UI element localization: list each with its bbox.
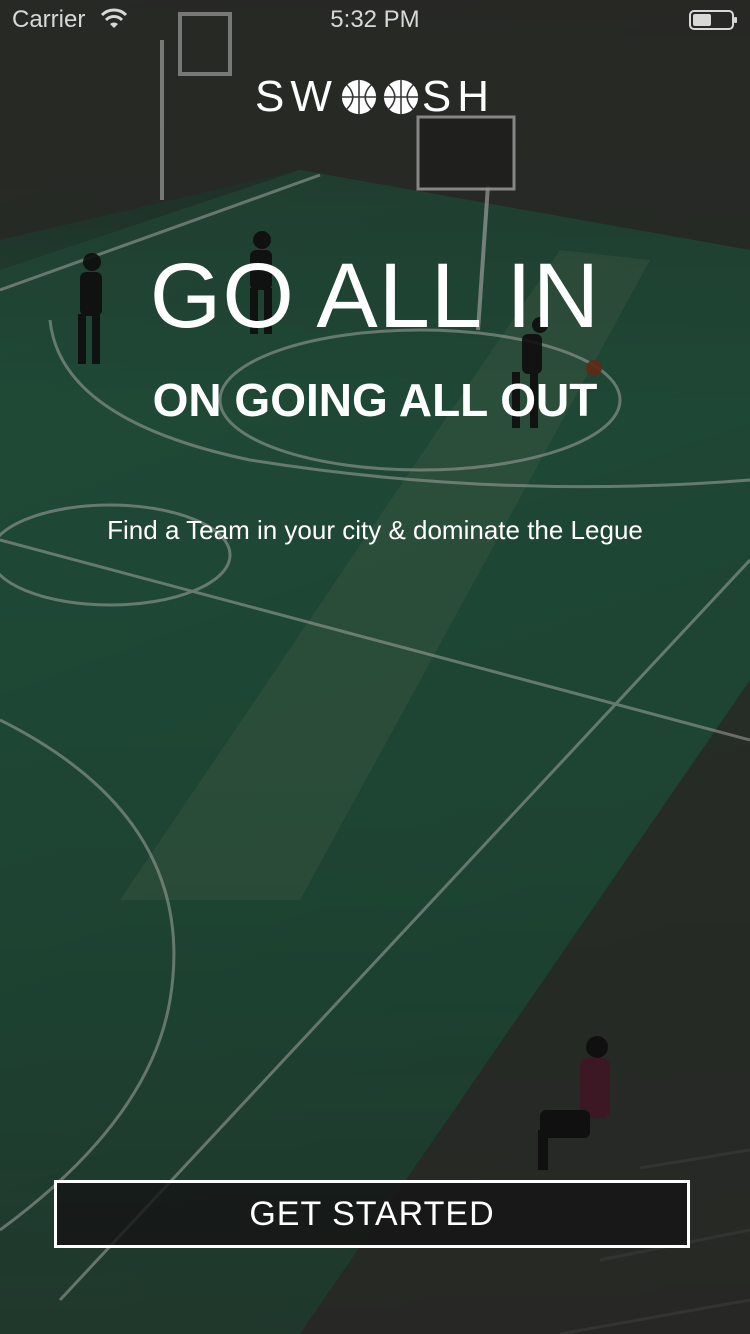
- battery-icon: [689, 10, 737, 30]
- logo-text-start: SW: [254, 72, 338, 121]
- swoosh-logo: SW SH: [0, 72, 750, 122]
- welcome-screen: Carrier 5:32 PM SW SH GO ALL IN ON GOING…: [0, 0, 750, 1334]
- basketball-icon: [383, 79, 418, 115]
- status-time: 5:32 PM: [330, 6, 420, 33]
- subheadline: ON GOING ALL OUT: [152, 374, 598, 426]
- logo-text-end: SH: [421, 72, 495, 121]
- tagline: Find a Team in your city & dominate the …: [107, 515, 643, 545]
- dark-overlay: [0, 0, 750, 1334]
- headline: GO ALL IN: [149, 245, 601, 347]
- basketball-icon: [341, 79, 376, 115]
- get-started-button[interactable]: GET STARTED: [54, 1180, 690, 1248]
- status-bar: Carrier 5:32 PM: [0, 0, 750, 40]
